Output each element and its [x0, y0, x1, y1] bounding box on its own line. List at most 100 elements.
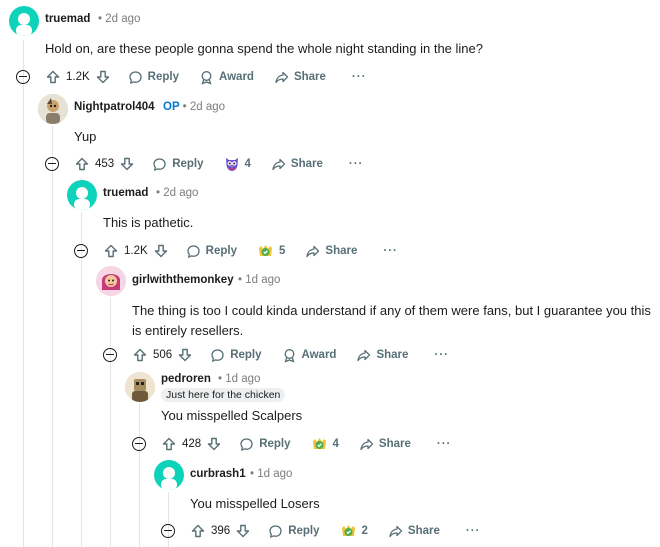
thread-line-1	[23, 40, 24, 547]
comment-body: You misspelled Losers	[190, 496, 320, 511]
reply-label: Reply	[259, 438, 291, 450]
helpful-award-icon	[312, 438, 326, 449]
award-button[interactable]: Award	[282, 348, 337, 363]
reply-button[interactable]: Reply	[186, 244, 237, 259]
vote-count: 428	[182, 438, 202, 450]
downvote-icon[interactable]	[178, 348, 192, 362]
share-icon	[389, 525, 403, 537]
award-button[interactable]: 5	[257, 243, 285, 259]
downvote-icon[interactable]	[207, 437, 221, 451]
comment-actions: 1.2K Reply 5 Share ···	[74, 241, 398, 261]
share-icon	[306, 245, 320, 257]
more-options-icon[interactable]: ···	[349, 158, 364, 170]
vote-count: 396	[211, 525, 231, 537]
comment-body: Yup	[74, 129, 97, 144]
downvote-icon[interactable]	[154, 244, 168, 258]
share-button[interactable]: Share	[388, 524, 440, 539]
comment-author[interactable]: pedroren	[161, 373, 211, 385]
share-button[interactable]: Share	[271, 157, 323, 172]
more-options-icon[interactable]: ···	[466, 525, 481, 537]
avatar[interactable]	[96, 266, 126, 296]
comment-time: 2d ago	[189, 101, 226, 113]
share-button[interactable]: Share	[356, 348, 408, 363]
upvote-icon[interactable]	[191, 524, 205, 538]
reply-button[interactable]: Reply	[210, 348, 262, 363]
owl-award-icon	[225, 158, 238, 171]
collapse-icon[interactable]	[132, 437, 146, 451]
comment-actions: 396 Reply 2 Share ···	[161, 521, 480, 541]
comment-meta: • 1d ago	[238, 274, 281, 286]
upvote-icon[interactable]	[46, 70, 60, 84]
share-icon	[357, 349, 371, 361]
award-count: 2	[361, 525, 368, 537]
downvote-icon[interactable]	[96, 70, 110, 84]
upvote-icon[interactable]	[133, 348, 147, 362]
comment-body: This is pathetic.	[103, 215, 194, 230]
vote-count: 453	[95, 158, 115, 170]
vote-widget: 1.2K	[46, 70, 110, 84]
comment-author[interactable]: Nightpatrol404	[74, 101, 155, 113]
share-button[interactable]: Share	[359, 437, 411, 452]
share-label: Share	[293, 71, 326, 83]
more-options-icon[interactable]: ···	[352, 71, 367, 83]
award-count: 4	[244, 158, 251, 170]
upvote-icon[interactable]	[104, 244, 118, 258]
comment-body: Hold on, are these people gonna spend th…	[45, 41, 483, 56]
reply-button[interactable]: Reply	[268, 524, 320, 539]
share-button[interactable]: Share	[305, 244, 357, 259]
award-button[interactable]: 4	[311, 436, 339, 452]
reply-button[interactable]: Reply	[152, 157, 204, 172]
share-label: Share	[290, 158, 323, 170]
downvote-icon[interactable]	[236, 524, 250, 538]
reply-label: Reply	[230, 349, 262, 361]
avatar[interactable]	[154, 460, 184, 490]
comment-body: You misspelled Scalpers	[161, 408, 303, 423]
award-button[interactable]: Award	[199, 70, 254, 85]
share-button[interactable]: Share	[274, 70, 326, 85]
avatar[interactable]	[38, 94, 68, 124]
thread-line-3	[81, 212, 82, 547]
vote-widget: 428	[162, 437, 221, 451]
collapse-icon[interactable]	[103, 348, 117, 362]
share-label: Share	[325, 245, 358, 257]
downvote-icon[interactable]	[120, 157, 134, 171]
share-icon	[360, 438, 374, 450]
comment-author[interactable]: curbrash1	[190, 468, 246, 480]
collapse-icon[interactable]	[45, 157, 59, 171]
reply-label: Reply	[147, 71, 179, 83]
comment-actions: 1.2K Reply Award Share ···	[16, 67, 366, 87]
collapse-icon[interactable]	[16, 70, 30, 84]
share-label: Share	[378, 438, 411, 450]
avatar[interactable]	[67, 180, 97, 210]
vote-widget: 506	[133, 348, 192, 362]
collapse-icon[interactable]	[74, 244, 88, 258]
reply-icon	[153, 157, 166, 171]
avatar[interactable]	[125, 372, 155, 402]
comment-time: 1d ago	[257, 468, 293, 480]
upvote-icon[interactable]	[162, 437, 176, 451]
award-label: Award	[301, 349, 337, 361]
share-label: Share	[407, 525, 440, 537]
collapse-icon[interactable]	[161, 524, 175, 538]
award-button[interactable]: 4	[224, 156, 251, 172]
comment-time: 2d ago	[163, 187, 199, 199]
thread-line-4	[110, 297, 111, 547]
avatar[interactable]	[9, 6, 39, 36]
award-button[interactable]: 2	[340, 523, 368, 539]
share-label: Share	[376, 349, 409, 361]
more-options-icon[interactable]: ···	[434, 349, 449, 361]
comment-author[interactable]: girlwiththemonkey	[132, 274, 234, 286]
comment-author[interactable]: truemad	[45, 13, 90, 25]
reply-label: Reply	[288, 525, 320, 537]
comment-meta: • 1d ago	[250, 468, 293, 480]
award-label: Award	[219, 71, 254, 83]
user-flair: Just here for the chicken	[161, 388, 286, 402]
reply-button[interactable]: Reply	[239, 437, 291, 452]
more-options-icon[interactable]: ···	[383, 245, 398, 257]
upvote-icon[interactable]	[75, 157, 89, 171]
reply-label: Reply	[205, 245, 237, 257]
more-options-icon[interactable]: ···	[437, 438, 452, 450]
share-icon	[275, 71, 289, 83]
comment-author[interactable]: truemad	[103, 187, 148, 199]
reply-button[interactable]: Reply	[128, 70, 179, 85]
